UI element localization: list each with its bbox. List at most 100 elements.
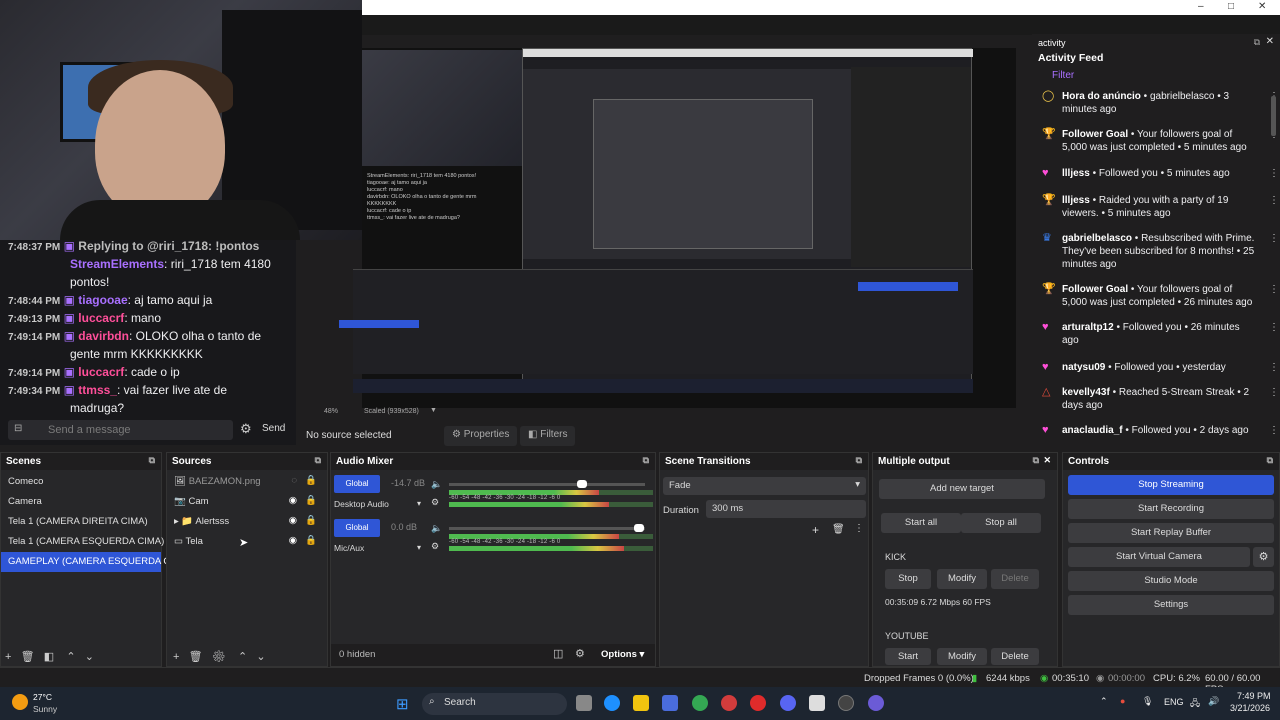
- scene-item[interactable]: Comeco: [1, 472, 161, 492]
- move-down-icon[interactable]: ⌄: [85, 651, 94, 663]
- chat-username[interactable]: luccacrf: [78, 311, 124, 325]
- transition-select[interactable]: Fade ▾: [663, 477, 866, 495]
- feed-scrollbar[interactable]: [1271, 96, 1276, 136]
- dock-popout-icon[interactable]: ⧉: [1033, 455, 1039, 466]
- scene-item[interactable]: Camera: [1, 492, 161, 512]
- app-red-icon[interactable]: [721, 695, 737, 711]
- dock-popout-icon[interactable]: ⧉: [643, 455, 649, 466]
- properties-button[interactable]: ⚙ Properties: [444, 426, 518, 446]
- more-options-icon[interactable]: ⋮: [1269, 194, 1279, 207]
- chat-input[interactable]: ⊟ Send a message: [8, 420, 233, 440]
- move-up-icon[interactable]: ⌃: [238, 651, 247, 663]
- chat-username[interactable]: davirbdn: [78, 329, 129, 343]
- popout-icon[interactable]: ⧉: [1254, 37, 1260, 48]
- scene-item[interactable]: Tela 1 (CAMERA DIREITA CIMA): [1, 512, 161, 532]
- remove-scene-icon[interactable]: 🗑: [21, 651, 35, 663]
- stop-all-button[interactable]: Stop all: [961, 513, 1041, 533]
- start-replay-buffer-button[interactable]: Start Replay Buffer: [1068, 523, 1274, 543]
- lock-icon[interactable]: 🔒: [305, 535, 317, 546]
- obs-icon[interactable]: [838, 695, 854, 711]
- kick-delete-button[interactable]: Delete: [991, 569, 1039, 589]
- channel-settings-icon[interactable]: ⚙: [431, 497, 439, 508]
- emote-icon[interactable]: ⊟: [14, 423, 22, 434]
- more-options-icon[interactable]: ⋮: [1269, 386, 1279, 399]
- global-badge[interactable]: Global: [334, 519, 380, 537]
- windows-start-icon[interactable]: ⊞: [396, 695, 409, 713]
- minimize-button[interactable]: –: [1198, 1, 1204, 12]
- channel-settings-icon[interactable]: ⚙: [431, 541, 439, 552]
- visibility-eye-icon[interactable]: ◉: [289, 535, 297, 546]
- language-indicator[interactable]: ENG: [1164, 697, 1184, 707]
- dock-popout-icon[interactable]: ⧉: [1267, 455, 1273, 466]
- weather-temp[interactable]: 27°C: [33, 692, 52, 702]
- kick-modify-button[interactable]: Modify: [937, 569, 987, 589]
- youtube-start-button[interactable]: Start: [885, 648, 931, 665]
- source-item[interactable]: ▸ 📁 Alertsss ◉ 🔒: [167, 512, 327, 532]
- more-options-icon[interactable]: ⋮: [1269, 232, 1279, 245]
- speaker-icon[interactable]: 🔈: [431, 479, 442, 490]
- move-up-icon[interactable]: ⌃: [66, 651, 75, 663]
- speaker-icon[interactable]: 🔈: [431, 523, 442, 534]
- more-options-icon[interactable]: ⋮: [1269, 283, 1279, 296]
- volume-slider-handle[interactable]: [634, 524, 644, 532]
- lock-icon[interactable]: 🔒: [305, 475, 317, 486]
- taskbar-search[interactable]: ⌕ Search: [422, 693, 567, 715]
- mixer-options-button[interactable]: Options ▾: [601, 649, 644, 660]
- start-recording-button[interactable]: Start Recording: [1068, 499, 1274, 519]
- app-purple-icon[interactable]: [868, 695, 884, 711]
- more-options-icon[interactable]: ⋮: [1269, 424, 1279, 437]
- dock-popout-icon[interactable]: ⧉: [856, 455, 862, 466]
- chat-username[interactable]: StreamElements: [70, 257, 164, 271]
- scene-item[interactable]: Tela 1 (CAMERA ESQUERDA CIMA): [1, 532, 164, 552]
- start-virtual-camera-button[interactable]: Start Virtual Camera: [1068, 547, 1250, 567]
- obs-preview[interactable]: StreamElements: riri_1718 tem 4180 ponto…: [339, 48, 1016, 408]
- mixer-settings-icon[interactable]: ⚙: [575, 647, 585, 660]
- add-scene-icon[interactable]: +: [5, 651, 11, 663]
- close-icon[interactable]: ✕: [1266, 36, 1274, 47]
- task-view-icon[interactable]: [576, 695, 592, 711]
- studio-mode-button[interactable]: Studio Mode: [1068, 571, 1274, 591]
- stop-streaming-button[interactable]: Stop Streaming: [1068, 475, 1274, 495]
- settings-gear-icon[interactable]: ⚙: [240, 421, 252, 437]
- opera-icon[interactable]: [750, 695, 766, 711]
- add-source-icon[interactable]: +: [173, 651, 179, 663]
- volume-slider-handle[interactable]: [577, 480, 587, 488]
- mixer-layout-icon[interactable]: ◫: [553, 647, 563, 660]
- youtube-modify-button[interactable]: Modify: [937, 648, 987, 665]
- chat-username[interactable]: Replying to @riri_1718: !pontos: [78, 239, 259, 253]
- source-properties-icon[interactable]: ⚙: [212, 651, 226, 663]
- chat-username[interactable]: luccacrf: [78, 365, 124, 379]
- source-item[interactable]: 📷 Cam ◉ 🔒: [167, 492, 327, 512]
- more-options-icon[interactable]: ⋮: [1269, 361, 1279, 374]
- scale-dropdown-icon[interactable]: ▼: [430, 407, 437, 414]
- more-options-icon[interactable]: ⋮: [1269, 321, 1279, 334]
- close-button[interactable]: ✕: [1258, 1, 1266, 12]
- filter-link[interactable]: Filter: [1052, 70, 1074, 81]
- virtual-camera-settings-icon[interactable]: ⚙: [1253, 547, 1274, 567]
- zoom-level[interactable]: 48%: [324, 408, 338, 415]
- close-icon[interactable]: ✕: [1043, 455, 1051, 466]
- kick-stop-button[interactable]: Stop: [885, 569, 931, 589]
- volume-icon[interactable]: 🔊: [1208, 696, 1219, 707]
- remove-transition-icon[interactable]: 🗑: [832, 524, 845, 535]
- source-item[interactable]: 🖼 BAEZAMON.png ◌ 🔒: [167, 472, 327, 492]
- chat-username[interactable]: tiagooae: [78, 293, 127, 307]
- network-icon[interactable]: 🖧: [1190, 696, 1200, 712]
- discord-icon[interactable]: [780, 695, 796, 711]
- weather-sun-icon[interactable]: [12, 694, 28, 710]
- tray-chevron-icon[interactable]: ⌃: [1100, 696, 1108, 707]
- weather-condition[interactable]: Sunny: [33, 704, 57, 714]
- global-badge[interactable]: Global: [334, 475, 380, 493]
- store-icon[interactable]: [662, 695, 678, 711]
- file-explorer-icon[interactable]: [633, 695, 649, 711]
- add-transition-icon[interactable]: +: [812, 523, 819, 537]
- dock-popout-icon[interactable]: ⧉: [315, 455, 321, 466]
- chrome-icon[interactable]: [692, 695, 708, 711]
- settings-button[interactable]: Settings: [1068, 595, 1274, 615]
- clock-time[interactable]: 7:49 PM: [1237, 691, 1271, 701]
- chat-username[interactable]: ttmss_: [78, 383, 117, 397]
- microphone-icon[interactable]: 🎙: [1142, 696, 1153, 707]
- duration-input[interactable]: 300 ms: [706, 500, 866, 518]
- lock-icon[interactable]: 🔒: [305, 495, 317, 506]
- send-button[interactable]: Send: [262, 423, 285, 434]
